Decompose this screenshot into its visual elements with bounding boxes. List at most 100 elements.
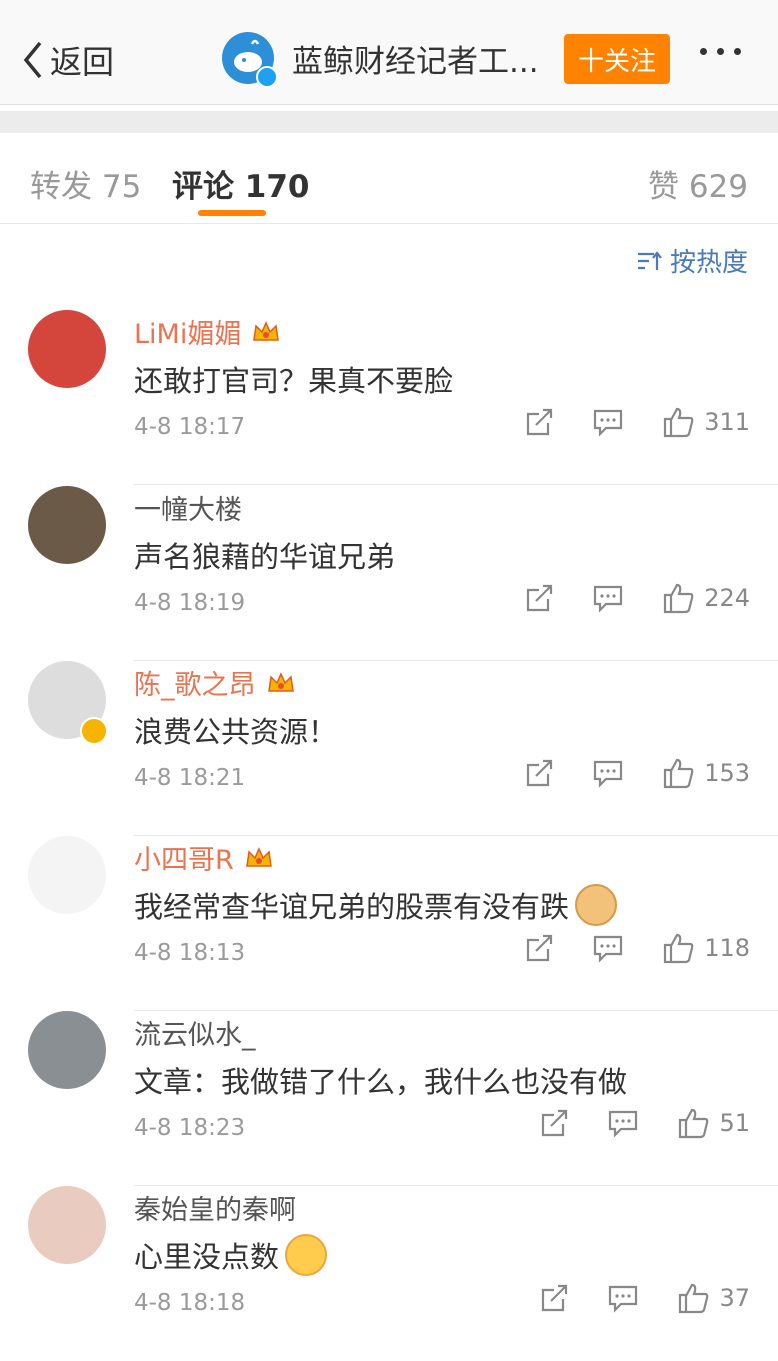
comment-item: 小四哥R 我经常查华谊兄弟的股票有没有跌 4-8 18:13 118 [0, 836, 778, 1011]
vip-crown-icon [253, 320, 280, 341]
share-icon [527, 408, 553, 436]
share-icon [527, 934, 553, 962]
like-icon [664, 758, 694, 789]
comment-item: 一幢大楼 声名狼藉的华谊兄弟 4-8 18:19 224 [0, 486, 778, 661]
comment-time: 4-8 18:21 [134, 765, 246, 791]
comment-author[interactable]: 秦始皇的秦啊 [134, 1188, 296, 1227]
active-tab-indicator [198, 210, 266, 216]
like-button[interactable]: 153 [662, 757, 750, 789]
share-icon [527, 759, 553, 787]
sort-icon [637, 250, 662, 270]
account-avatar[interactable] [222, 32, 278, 88]
comment-body: 文章：我做错了什么，我什么也没有做 [134, 1065, 628, 1099]
like-button[interactable]: 37 [677, 1282, 750, 1314]
sort-toggle[interactable]: 按热度 [636, 242, 748, 279]
share-icon [542, 1109, 568, 1137]
tab-comments[interactable]: 评论 170 [172, 161, 310, 206]
like-icon [679, 1283, 709, 1314]
comment-body: 浪费公共资源！ [134, 715, 338, 749]
avatar[interactable] [28, 836, 106, 914]
account-header[interactable]: 蓝鲸财经记者工... [222, 32, 539, 88]
sort-label: 按热度 [669, 248, 748, 278]
account-name: 蓝鲸财经记者工... [292, 43, 539, 80]
doge-emoji-icon [575, 884, 618, 926]
tab-reposts[interactable]: 转发 75 [30, 161, 141, 206]
follow-button[interactable]: 十关注 [564, 34, 670, 84]
comment-author[interactable]: 一幢大楼 [134, 488, 242, 527]
chevron-left-icon [23, 41, 42, 79]
avatar[interactable] [28, 1011, 106, 1089]
share-icon [527, 584, 553, 612]
comment-text: 还敢打官司？果真不要脸 [134, 358, 453, 400]
comment-icon [594, 935, 623, 963]
comment-time: 4-8 18:19 [134, 590, 246, 616]
reply-button[interactable] [592, 407, 624, 437]
comment-item: 流云似水_ 文章：我做错了什么，我什么也没有做 4-8 18:23 51 [0, 1011, 778, 1186]
share-button[interactable] [524, 758, 556, 788]
top-nav-bar: 返回 蓝鲸财经记者工... 十关注 [0, 0, 778, 105]
like-button[interactable]: 51 [677, 1107, 750, 1139]
avatar[interactable] [28, 1186, 106, 1264]
like-count: 37 [719, 1284, 750, 1312]
comment-text: 文章：我做错了什么，我什么也没有做 [134, 1059, 627, 1101]
vomit-emoji-icon [285, 1234, 328, 1276]
back-label: 返回 [50, 43, 115, 81]
share-button[interactable] [524, 933, 556, 963]
avatar[interactable] [28, 486, 106, 564]
comment-body: 心里没点数 [134, 1240, 280, 1274]
comment-author[interactable]: LiMi媚媚 [134, 312, 281, 351]
reply-button[interactable] [592, 933, 624, 963]
like-button[interactable]: 311 [662, 406, 750, 438]
vip-crown-icon [267, 671, 294, 692]
verified-badge-icon [80, 717, 108, 745]
like-icon [664, 583, 694, 614]
comment-text: 浪费公共资源！ [134, 709, 337, 751]
tab-likes[interactable]: 赞 629 [648, 161, 748, 206]
share-button[interactable] [539, 1283, 571, 1313]
verified-badge-icon [256, 66, 278, 88]
comment-actions: 224 [524, 582, 750, 614]
comment-actions: 118 [524, 932, 750, 964]
reply-button[interactable] [607, 1283, 639, 1313]
like-count: 224 [704, 584, 750, 612]
comment-author[interactable]: 陈_歌之昂 [134, 663, 296, 702]
more-options-icon[interactable] [700, 48, 741, 55]
comment-icon [609, 1285, 638, 1313]
like-count: 118 [704, 934, 750, 962]
comment-body: 我经常查华谊兄弟的股票有没有跌 [134, 890, 570, 924]
comment-time: 4-8 18:18 [134, 1290, 246, 1316]
comment-actions: 311 [524, 406, 750, 438]
back-button[interactable]: 返回 [22, 38, 114, 82]
share-button[interactable] [539, 1108, 571, 1138]
comment-item: 秦始皇的秦啊 心里没点数 4-8 18:18 37 [0, 1186, 778, 1361]
like-icon [664, 407, 694, 438]
author-name: 秦始皇的秦啊 [134, 1195, 296, 1226]
comment-author[interactable]: 小四哥R [134, 838, 274, 877]
share-button[interactable] [524, 407, 556, 437]
reply-button[interactable] [607, 1108, 639, 1138]
comment-item: LiMi媚媚 还敢打官司？果真不要脸 4-8 18:17 311 [0, 310, 778, 485]
author-name: 陈_歌之昂 [134, 670, 256, 701]
comment-icon [609, 1110, 638, 1138]
avatar[interactable] [28, 310, 106, 388]
reply-button[interactable] [592, 583, 624, 613]
vip-crown-icon [245, 846, 272, 867]
like-button[interactable]: 224 [662, 582, 750, 614]
comment-time: 4-8 18:23 [134, 1115, 246, 1141]
comment-time: 4-8 18:13 [134, 940, 246, 966]
share-button[interactable] [524, 583, 556, 613]
comment-icon [594, 760, 623, 788]
comment-text: 心里没点数 [134, 1234, 328, 1276]
comment-actions: 37 [539, 1282, 750, 1314]
dot [734, 48, 741, 55]
comment-author[interactable]: 流云似水_ [134, 1013, 256, 1052]
reply-button[interactable] [592, 758, 624, 788]
like-button[interactable]: 118 [662, 932, 750, 964]
like-count: 153 [704, 759, 750, 787]
comment-body: 声名狼藉的华谊兄弟 [134, 540, 396, 574]
author-name: 流云似水_ [134, 1020, 256, 1051]
section-gap [0, 111, 778, 133]
tab-bar: 转发 75 评论 170 赞 629 [0, 133, 778, 224]
dot [700, 48, 707, 55]
dot [717, 48, 724, 55]
